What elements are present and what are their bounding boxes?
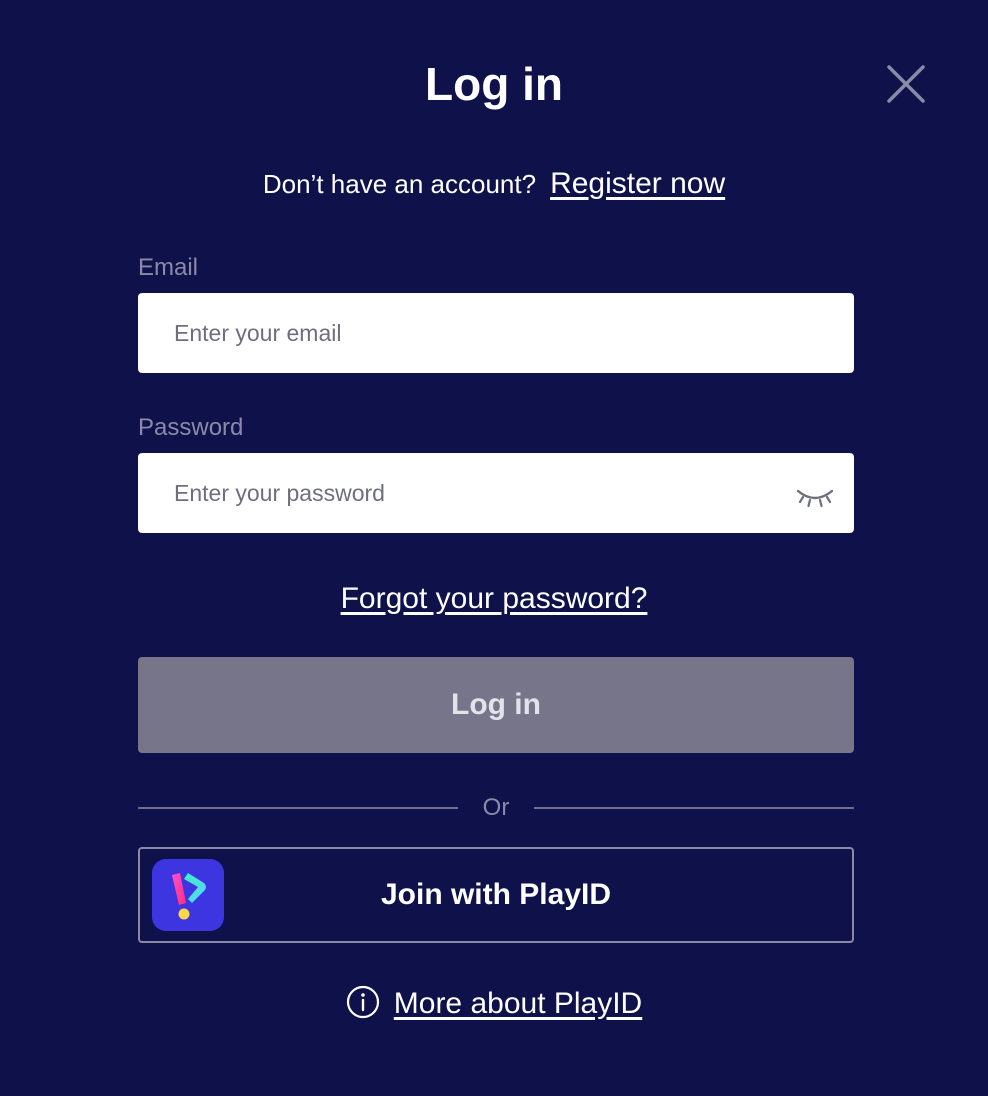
forgot-password-row: Forgot your password?	[0, 578, 988, 620]
forgot-password-link[interactable]: Forgot your password?	[341, 582, 648, 615]
modal-title: Log in	[425, 58, 563, 110]
more-about-row: More about PlayID	[0, 982, 988, 1026]
email-label: Email	[138, 254, 199, 281]
more-about-playid-link[interactable]: More about PlayID	[394, 987, 642, 1020]
eye-closed-icon[interactable]	[796, 487, 834, 509]
register-question: Don’t have an account?	[262, 169, 537, 199]
login-modal: Log in Don’t have an account? Register no…	[0, 0, 988, 1096]
password-field[interactable]	[138, 453, 854, 533]
login-button[interactable]: Log in	[138, 657, 854, 753]
divider-or: Or	[482, 794, 510, 821]
divider-line-left	[138, 807, 458, 809]
close-icon[interactable]	[884, 62, 928, 106]
password-label: Password	[138, 414, 244, 441]
info-icon	[346, 985, 379, 1019]
playid-logo-icon	[152, 859, 224, 931]
divider-line-right	[534, 807, 854, 809]
join-playid-button[interactable]: Join with PlayID	[138, 847, 854, 943]
register-link[interactable]: Register now	[550, 167, 725, 200]
password-field-container	[138, 453, 854, 533]
register-row: Don’t have an account? Register now	[0, 164, 988, 204]
join-playid-label: Join with PlayID	[380, 878, 612, 911]
email-field[interactable]	[138, 293, 854, 373]
email-field-container	[138, 293, 854, 373]
